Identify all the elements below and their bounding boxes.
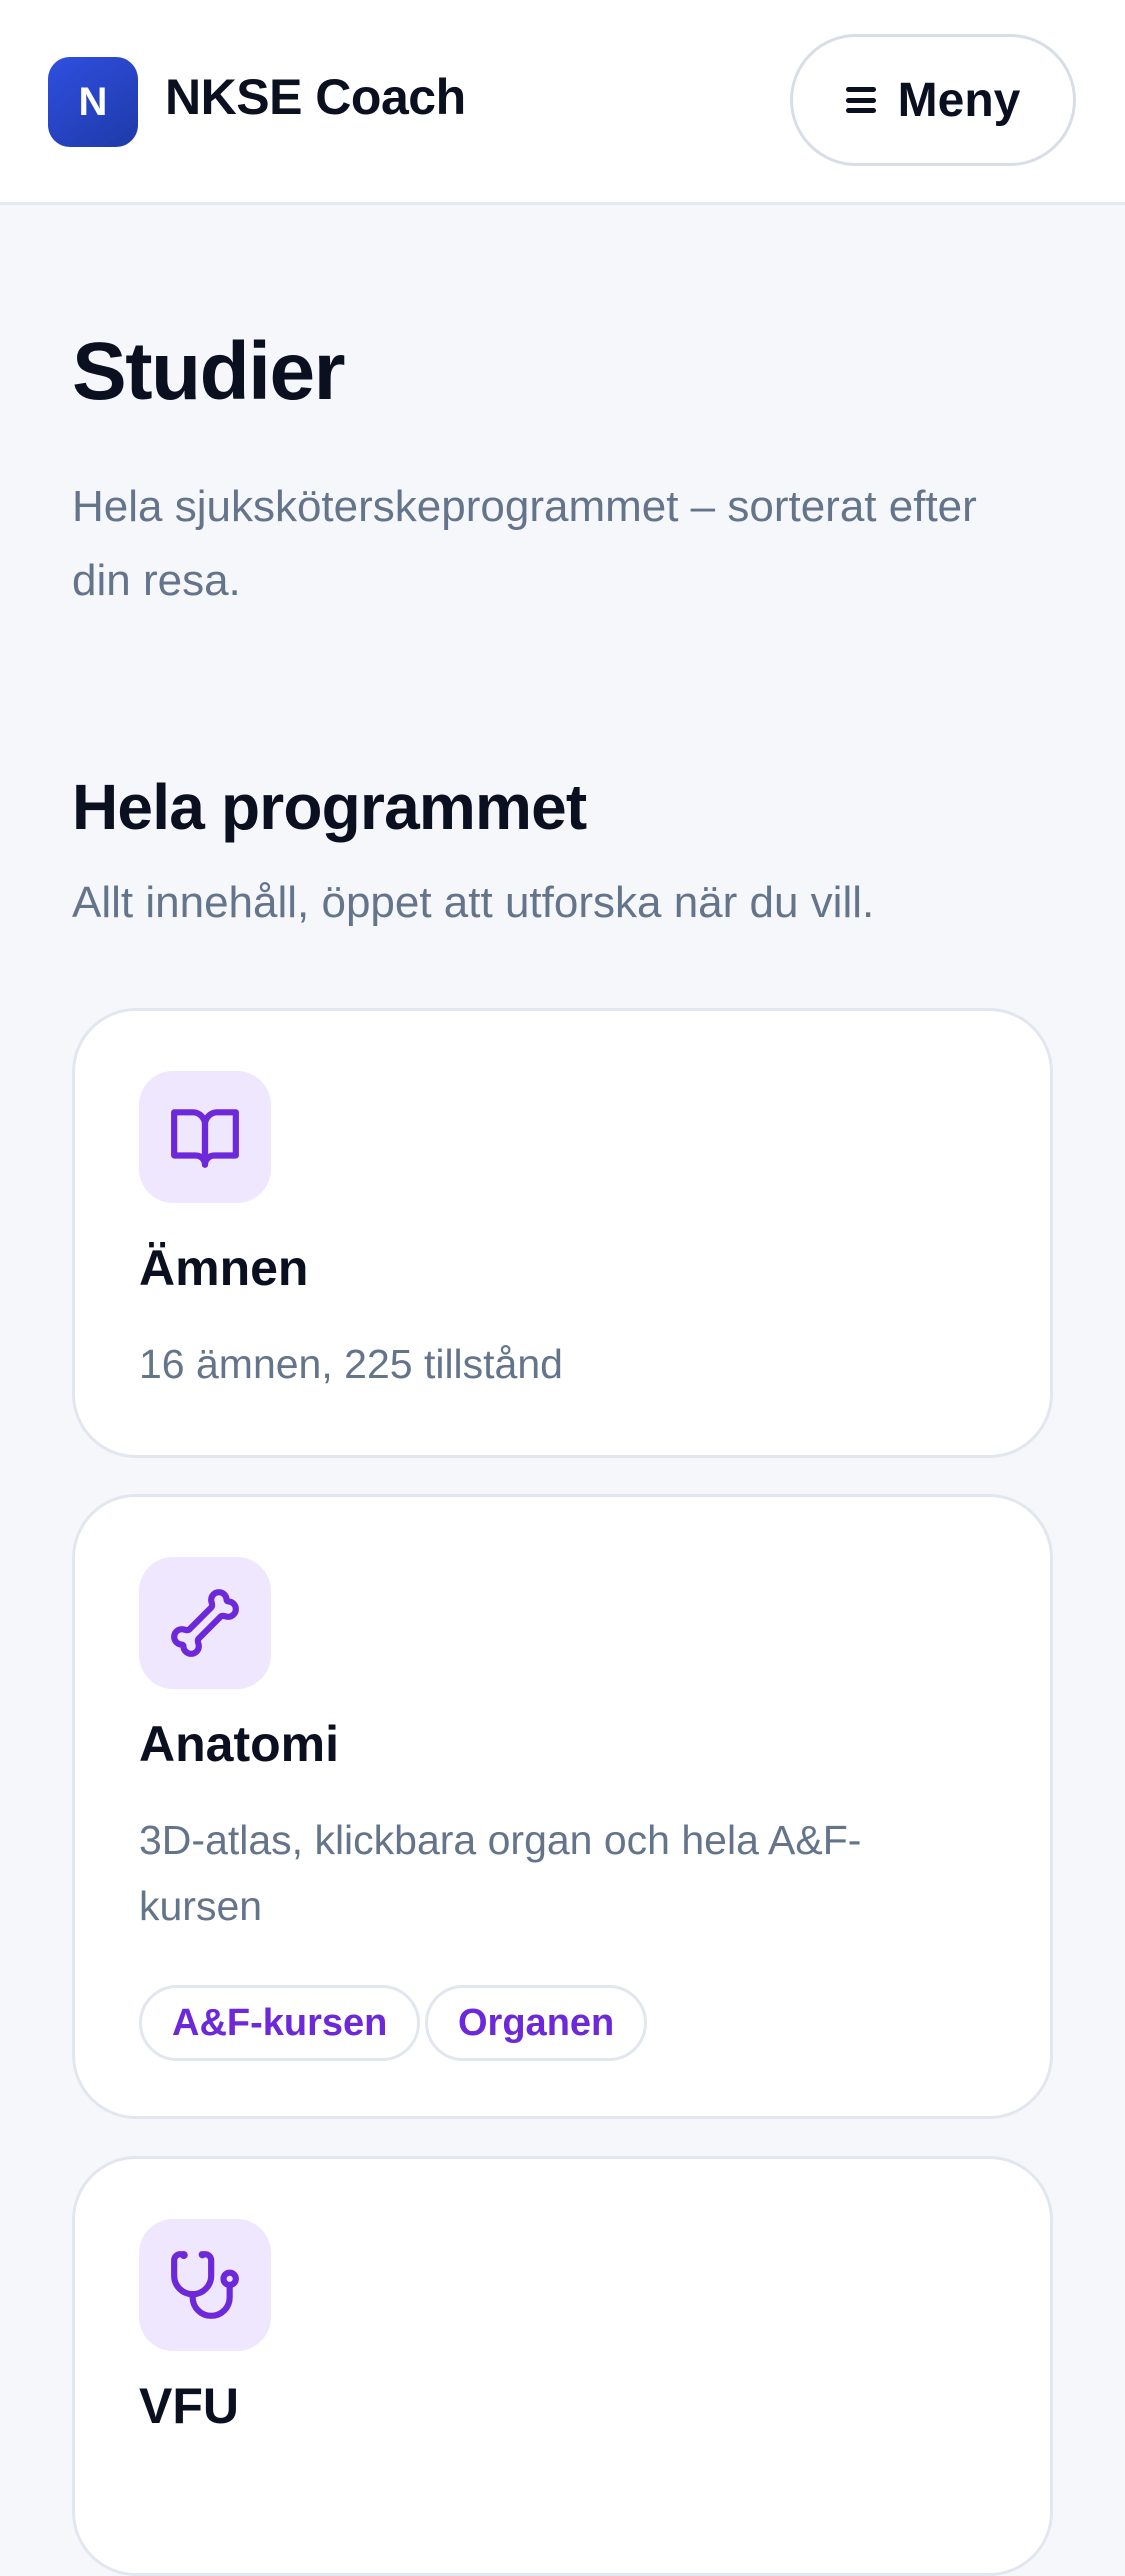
card-description: 3D-atlas, klickbara organ och hela A&F-k…: [139, 1817, 862, 1929]
page-title: Studier: [72, 326, 345, 417]
stethoscope-icon: [171, 2251, 239, 2319]
card-anatomi[interactable]: Anatomi 3D-atlas, klickbara organ och he…: [72, 1494, 1053, 2119]
section-title: Hela programmet: [72, 771, 587, 843]
chip-organen[interactable]: Organen: [425, 1985, 648, 2061]
page-subtitle: Hela sjuksköterskeprogrammet – sorterat …: [72, 482, 977, 605]
book-icon: [171, 1109, 239, 1168]
card-icon-tile: [139, 1071, 271, 1203]
hamburger-icon: [845, 87, 876, 113]
card-icon-tile: [139, 2219, 271, 2351]
card-vfu[interactable]: VFU: [72, 2156, 1053, 2576]
card-title: VFU: [139, 2378, 239, 2434]
card-title: Ämnen: [139, 1240, 309, 1296]
menu-button-label: Meny: [897, 73, 1021, 127]
card-icon-tile: [139, 1557, 271, 1689]
menu-button[interactable]: Meny: [790, 34, 1076, 166]
section-subtitle: Allt innehåll, öppet att utforska när du…: [72, 878, 875, 927]
logo-letter: N: [78, 79, 108, 124]
app-logo[interactable]: N: [48, 57, 138, 147]
card-amnen[interactable]: Ämnen 16 ämnen, 225 tillstånd: [72, 1008, 1053, 1458]
chip-af-kursen[interactable]: A&F-kursen: [139, 1985, 421, 2061]
card-description: 16 ämnen, 225 tillstånd: [139, 1341, 563, 1387]
top-bar: N NKSE Coach Meny: [0, 0, 1125, 205]
bone-icon: [171, 1589, 239, 1657]
card-title: Anatomi: [139, 1716, 339, 1772]
brand-name[interactable]: NKSE Coach: [165, 68, 466, 126]
